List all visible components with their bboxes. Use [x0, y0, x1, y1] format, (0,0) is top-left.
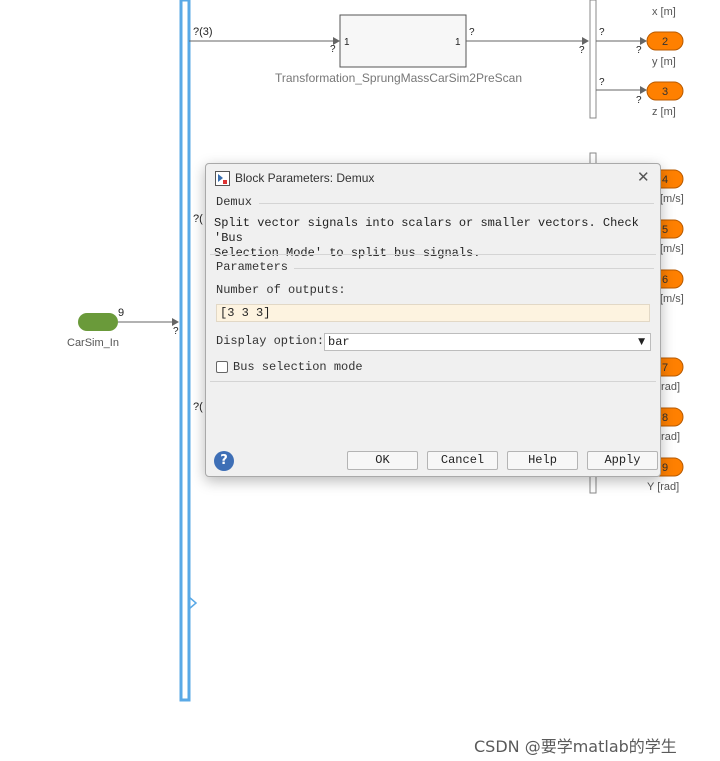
- signal-dim-label-mid: ?(: [193, 213, 203, 225]
- parameters-bottom-divider: [210, 381, 656, 382]
- dialog-titlebar[interactable]: Block Parameters: Demux ✕: [206, 164, 660, 192]
- transform-out-unknown: ?: [469, 27, 475, 38]
- outport-8-label: [rad]: [658, 431, 680, 443]
- bus-selection-label: Bus selection mode: [233, 360, 363, 374]
- outport-5-number: 5: [662, 224, 668, 236]
- simulink-block-icon: [215, 171, 230, 186]
- inport-unknown-label: ?: [173, 326, 179, 337]
- outport-unknown-3a: ?: [599, 77, 605, 88]
- signal-dim-label-low: ?(: [193, 401, 203, 413]
- demux-input-arrow: [582, 37, 589, 45]
- outport-3-number: 3: [662, 86, 668, 98]
- transform-block[interactable]: [339, 14, 467, 68]
- bus-mux-block[interactable]: [179, 0, 191, 702]
- outport-unknown-3b: ?: [636, 95, 642, 106]
- chevron-down-icon: ▼: [638, 337, 645, 347]
- close-icon[interactable]: ✕: [637, 168, 650, 186]
- parameters-section-label: Parameters: [216, 260, 289, 274]
- transform-in-unknown: ?: [330, 44, 336, 55]
- transform-out-port: 1: [455, 37, 461, 48]
- outport-unknown-2a: ?: [599, 27, 605, 38]
- cancel-button[interactable]: Cancel: [427, 451, 498, 470]
- outport-8-number: 8: [662, 412, 668, 424]
- carsim-inport[interactable]: [78, 313, 118, 331]
- help-icon[interactable]: ?: [214, 451, 234, 471]
- outport-5-label: [m/s]: [660, 243, 684, 255]
- block-section-label: Demux: [216, 195, 253, 209]
- outport-7-label: [rad]: [658, 381, 680, 393]
- outport-9-label: Y [rad]: [647, 481, 679, 493]
- signal-dim-label-top: ?(3): [193, 26, 213, 38]
- inport-arrow: [172, 318, 179, 326]
- block-section-divider: [259, 203, 654, 204]
- display-option-value: bar: [328, 335, 350, 349]
- apply-button[interactable]: Apply: [587, 451, 658, 470]
- outport-label-x: x [m]: [652, 6, 676, 18]
- watermark-text: CSDN @要学matlab的学生: [474, 737, 677, 756]
- outport-9-number: 9: [662, 462, 668, 474]
- num-outputs-label: Number of outputs:: [216, 283, 346, 297]
- help-button[interactable]: Help: [507, 451, 578, 470]
- display-option-select[interactable]: bar ▼: [324, 333, 651, 351]
- inport-label: CarSim_In: [67, 337, 119, 349]
- demux-in-unknown: ?: [579, 45, 585, 56]
- block-parameters-dialog[interactable]: Block Parameters: Demux ✕ Demux Split ve…: [205, 163, 661, 477]
- parameters-divider: [294, 268, 654, 269]
- transform-in-port: 1: [344, 37, 350, 48]
- outport-4-number: 4: [662, 174, 668, 186]
- dialog-title: Block Parameters: Demux: [235, 171, 375, 185]
- demux-bar-top[interactable]: [589, 0, 597, 119]
- outport-4-label: [m/s]: [660, 193, 684, 205]
- outport-2-label: y [m]: [652, 56, 676, 68]
- outport-7-number: 7: [662, 362, 668, 374]
- display-option-label: Display option:: [216, 334, 325, 348]
- outport-unknown-2b: ?: [636, 45, 642, 56]
- bus-selection-checkbox[interactable]: [216, 361, 228, 373]
- description-divider: [210, 254, 656, 255]
- num-outputs-input[interactable]: [3 3 3]: [216, 304, 650, 322]
- ok-button[interactable]: OK: [347, 451, 418, 470]
- out2-arrow: [640, 37, 647, 45]
- transform-block-name: Transformation_SprungMassCarSim2PreScan: [275, 71, 522, 85]
- outport-2-number: 2: [662, 36, 668, 48]
- outport-3-label: z [m]: [652, 106, 676, 118]
- inport-dim-label: 9: [118, 307, 124, 319]
- outport-6-label: [m/s]: [660, 293, 684, 305]
- outport-6-number: 6: [662, 274, 668, 286]
- out3-arrow: [640, 86, 647, 94]
